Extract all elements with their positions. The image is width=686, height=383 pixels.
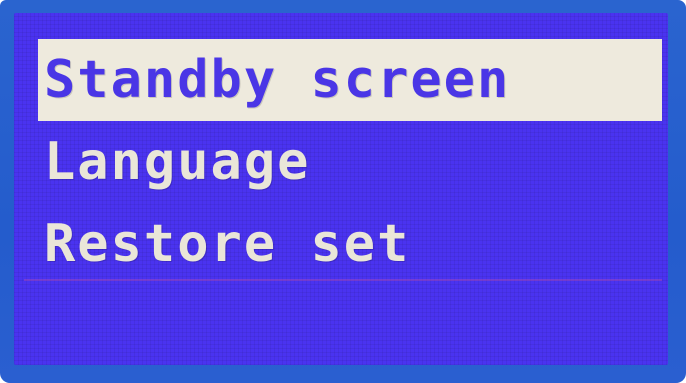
menu-item-language[interactable]: Language bbox=[38, 121, 662, 203]
menu-item-restore-set[interactable]: Restore set bbox=[38, 203, 662, 285]
device-bezel: Standby screen Language Restore set bbox=[0, 0, 686, 383]
screen-divider-line bbox=[24, 279, 662, 281]
menu-item-standby-screen[interactable]: Standby screen bbox=[38, 39, 662, 121]
lcd-screen: Standby screen Language Restore set bbox=[14, 13, 668, 365]
settings-menu: Standby screen Language Restore set bbox=[38, 39, 662, 285]
